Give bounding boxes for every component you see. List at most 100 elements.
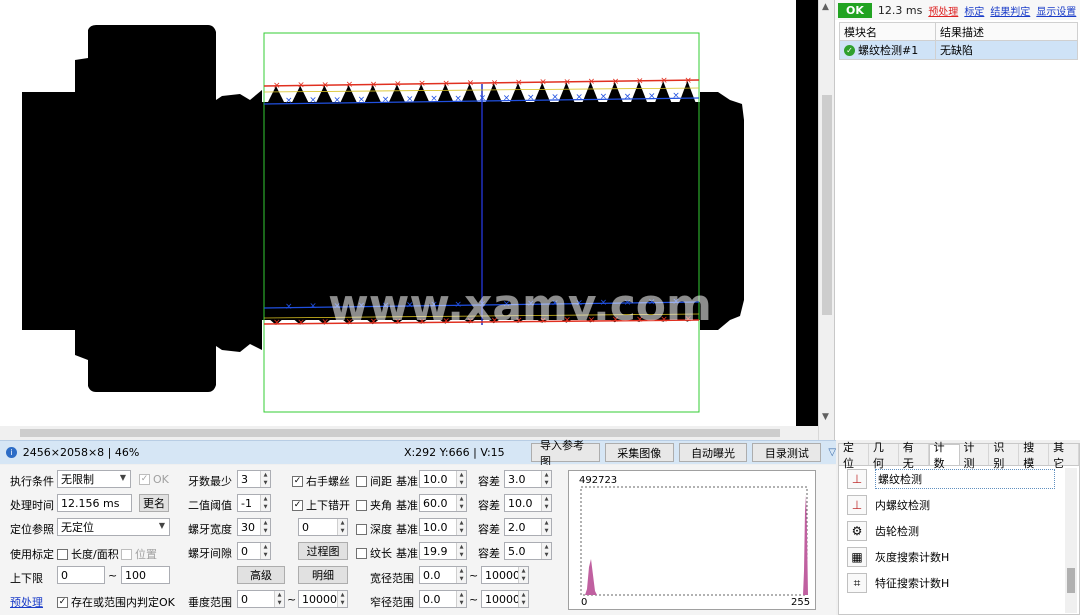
check-3-tol-spinner[interactable]: 5.0 ▲ ▼ (504, 542, 552, 560)
import-reference-button[interactable]: 导入参考图 (531, 439, 600, 468)
min-teeth-spinner[interactable]: 3 ▲ ▼ (237, 470, 271, 488)
check-3-base-spinner[interactable]: 19.9 ▲ ▼ (419, 542, 467, 560)
check-3-checkbox[interactable]: 纹长 (356, 545, 392, 561)
column-header-module[interactable]: 模块名 (840, 23, 936, 40)
tab-7[interactable]: 其它 (1049, 441, 1079, 470)
position-checkbox[interactable]: 位置 (121, 546, 157, 562)
wide-range-label: 宽径范围 (370, 572, 414, 585)
edge-marker: × (285, 96, 293, 106)
result-judge-link[interactable]: 结果判定 (990, 3, 1030, 18)
wide-min-spinner[interactable]: 0.0 ▲ ▼ (419, 566, 467, 584)
advanced-button[interactable]: 高级 (237, 566, 285, 584)
check-2-base-spinner[interactable]: 10.0 ▲ ▼ (419, 518, 467, 536)
edge-marker: × (624, 92, 632, 102)
range-ok-checkbox[interactable]: ✓ 存在或范围内判定OK (57, 594, 175, 610)
check-0-tol-spinner[interactable]: 3.0 ▲ ▼ (504, 470, 552, 488)
preprocess-link[interactable]: 预处理 (928, 3, 958, 18)
result-table: 模块名 结果描述 ✓ 螺纹检测#1 无缺陷 (839, 22, 1078, 60)
tool-item[interactable]: ⊥ 内螺纹检测 (839, 492, 1079, 518)
tooth-width-2-spinner[interactable]: 0 ▲ ▼ (298, 518, 348, 536)
edge-marker: × (406, 95, 414, 105)
tilde: ~ (108, 569, 118, 582)
inspection-image: ××××××××××××××××××××××××××××××××××××××××… (0, 0, 818, 426)
narrow-range-label: 窄径范围 (370, 596, 414, 609)
info-icon: i (6, 447, 17, 458)
tool-item[interactable]: ⌗ 特征搜索计数H (839, 570, 1079, 596)
table-row[interactable]: ✓ 螺纹检测#1 无缺陷 (840, 41, 1077, 59)
tool-scrollbar[interactable] (1065, 468, 1077, 613)
check-1-base-spinner[interactable]: 60.0 ▲ ▼ (419, 494, 467, 512)
edge-marker: × (672, 91, 680, 101)
rename-button[interactable]: 更名 (139, 494, 169, 512)
limit-max-field[interactable]: 100 (121, 566, 170, 584)
tilde: ~ (469, 569, 479, 582)
limit-min-field[interactable]: 0 (57, 566, 105, 584)
base-label: 基准 (396, 475, 418, 488)
tab-1[interactable]: 几何 (869, 441, 899, 470)
tool-name: 齿轮检测 (875, 525, 919, 538)
auto-exposure-button[interactable]: 自动曝光 (678, 443, 748, 462)
tool-item[interactable]: ▦ 灰度搜索计数H (839, 544, 1079, 570)
narrow-max-spinner[interactable]: 10000. ▲ ▼ (481, 590, 529, 608)
tab-5[interactable]: 识别 (989, 441, 1020, 470)
process-image-button[interactable]: 过程图 (298, 542, 348, 560)
check-icon: ✓ (844, 44, 855, 56)
limit-label: 上下限 (10, 572, 43, 585)
detail-button[interactable]: 明细 (298, 566, 348, 584)
ok-checkbox[interactable]: ✓ OK (139, 473, 169, 486)
area-checkbox[interactable]: 长度/面积 (57, 546, 119, 562)
check-2-checkbox[interactable]: 深度 (356, 521, 392, 537)
tab-4[interactable]: 计测 (960, 441, 990, 470)
calib-label: 使用标定 (10, 548, 54, 561)
tab-0[interactable]: 定位 (839, 441, 869, 470)
narrow-min-spinner[interactable]: 0.0 ▲ ▼ (419, 590, 467, 608)
tab-2[interactable]: 有无 (899, 441, 929, 470)
right-thread-checkbox[interactable]: ✓ 右手螺丝 (292, 473, 350, 489)
stagger-checkbox[interactable]: ✓ 上下错开 (292, 497, 350, 513)
exec-cond-select[interactable]: 无限制 ▼ (57, 470, 131, 488)
vertical-scrollbar[interactable]: ▲ ▼ (818, 0, 834, 440)
edge-marker: × (479, 94, 487, 104)
tab-3[interactable]: 计数 (928, 441, 960, 470)
histogram-frame (580, 486, 808, 596)
edge-marker: × (636, 77, 644, 87)
check-2-tol-spinner[interactable]: 2.0 ▲ ▼ (504, 518, 552, 536)
check-0-base-spinner[interactable]: 10.0 ▲ ▼ (419, 470, 467, 488)
tol-label: 容差 (478, 523, 500, 536)
edge-marker: × (612, 77, 620, 87)
chevron-down-icon[interactable]: ▽ (828, 447, 836, 458)
tab-6[interactable]: 搜模 (1019, 441, 1050, 470)
check-0-checkbox[interactable]: 间距 (356, 473, 392, 489)
edge-marker: × (297, 318, 305, 328)
tool-item[interactable]: ⚙ 齿轮检测 (839, 518, 1079, 544)
tool-panel: 定位 几何 有无 计数 计测 识别 搜模 其它 ⊥ 螺纹检测 ⊥ 内螺纹检测 ⚙ 齿轮检测 ▦ 灰度搜索计数… (838, 441, 1080, 615)
preprocess-link[interactable]: 预处理 (10, 594, 43, 610)
calibration-link[interactable]: 标定 (964, 3, 984, 18)
image-info: 2456×2058×8 | 46% (22, 446, 140, 459)
tool-name: 内螺纹检测 (875, 499, 930, 512)
edge-marker: × (285, 302, 293, 312)
locate-ref-select[interactable]: 无定位 ▼ (57, 518, 170, 536)
edge-marker: × (454, 94, 462, 104)
edge-marker: × (515, 78, 523, 88)
tool-item[interactable]: ⊥ 螺纹检测 (839, 466, 1079, 492)
min-teeth-label: 牙数最少 (188, 475, 232, 488)
edge-marker: × (551, 93, 559, 103)
display-settings-link[interactable]: 显示设置 (1036, 3, 1076, 18)
column-header-result[interactable]: 结果描述 (936, 24, 1077, 40)
vert-min-spinner[interactable]: 0 ▲ ▼ (237, 590, 285, 608)
tooth-gap-spinner[interactable]: 0 ▲ ▼ (237, 542, 271, 560)
screw-icon: ⊥ (847, 469, 867, 489)
image-viewer[interactable]: × × × × × × × × × × × × × × × × × × × × × × × × × × × × × × × × × × × × × × × ×… (0, 0, 818, 440)
check-1-tol-spinner[interactable]: 10.0 ▲ ▼ (504, 494, 552, 512)
directory-test-button[interactable]: 目录测试 (752, 443, 822, 462)
tooth-width-spinner[interactable]: 30 ▲ ▼ (237, 518, 271, 536)
wide-max-spinner[interactable]: 10000. ▲ ▼ (481, 566, 529, 584)
horizontal-scrollbar[interactable] (0, 426, 818, 440)
capture-image-button[interactable]: 采集图像 (604, 443, 674, 462)
vert-max-spinner[interactable]: 10000 ▲ ▼ (298, 590, 348, 608)
bin-thresh-spinner[interactable]: -1 ▲ ▼ (237, 494, 271, 512)
check-1-checkbox[interactable]: 夹角 (356, 497, 392, 513)
edge-marker: × (503, 93, 511, 103)
edge-marker: × (660, 76, 668, 86)
